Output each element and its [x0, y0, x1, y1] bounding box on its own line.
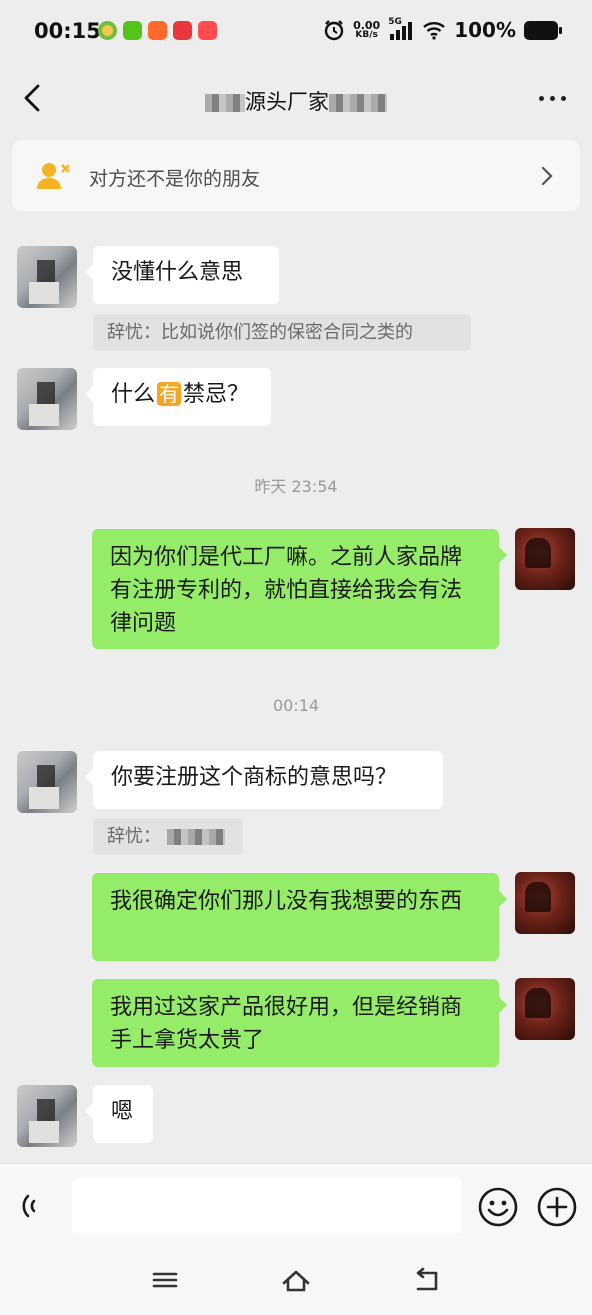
back-nav-icon[interactable] — [412, 1265, 442, 1295]
menu-icon[interactable] — [150, 1265, 180, 1295]
contact-avatar[interactable] — [17, 751, 77, 813]
chat-title-text: 源头厂家 — [245, 90, 329, 114]
chat-title: 源头厂家 — [0, 86, 592, 116]
message-text-part: 禁忌？ — [183, 382, 250, 407]
net-speed: 0.00 KB/s — [353, 20, 380, 40]
received-message: 你要注册这个商标的意思吗？ — [85, 751, 443, 809]
more-options-icon[interactable] — [539, 96, 566, 101]
quote-text: 辞忧：比如说你们签的保密合同之类的 — [107, 322, 413, 343]
sent-message: 我用过这家产品很好用，但是经销商手上拿货太贵了 — [92, 979, 507, 1067]
app-icon-red-heart — [173, 21, 192, 40]
timestamp: 00:14 — [272, 696, 320, 715]
redacted-pixels — [167, 829, 225, 845]
app-icon-green-check — [123, 21, 142, 40]
quoted-message[interactable]: 辞忧： — [93, 818, 243, 855]
contact-avatar[interactable] — [17, 1085, 77, 1147]
message-text: 因为你们是代工厂嘛。之前人家品牌有注册专利的，就怕直接给我会有法律问题 — [110, 545, 463, 636]
message-input[interactable] — [72, 1178, 462, 1234]
emoji-you-badge: 有 — [157, 382, 182, 406]
emoji-icon[interactable] — [478, 1187, 518, 1227]
message-text: 没懂什么意思 — [111, 260, 244, 285]
message-text: 我很确定你们那儿没有我想要的东西 — [110, 889, 463, 914]
contact-avatar[interactable] — [17, 368, 77, 430]
contact-avatar[interactable] — [17, 246, 77, 308]
received-message: 嗯 — [85, 1085, 153, 1143]
add-friend-icon — [37, 163, 70, 189]
signal-icon — [390, 22, 413, 40]
app-icon-green — [98, 21, 117, 40]
my-avatar[interactable] — [515, 978, 575, 1040]
quoted-message[interactable]: 辞忧：比如说你们签的保密合同之类的 — [93, 314, 471, 351]
my-avatar[interactable] — [515, 528, 575, 590]
battery-icon — [524, 20, 562, 40]
redacted-pixels — [205, 94, 245, 112]
plus-icon[interactable] — [537, 1187, 577, 1227]
voice-input-icon[interactable] — [14, 1188, 50, 1224]
message-text: 我用过这家产品很好用，但是经销商手上拿货太贵了 — [110, 995, 463, 1053]
status-time: 00:15 — [34, 19, 101, 43]
notification-icons — [98, 21, 217, 40]
not-friend-text: 对方还不是你的朋友 — [89, 168, 261, 190]
quote-text: 辞忧： — [107, 826, 161, 847]
sent-message: 因为你们是代工厂嘛。之前人家品牌有注册专利的，就怕直接给我会有法律问题 — [92, 529, 507, 649]
input-bar — [0, 1163, 592, 1245]
sent-message: 我很确定你们那儿没有我想要的东西 — [92, 873, 507, 961]
message-text-part: 什么 — [111, 382, 156, 407]
not-friend-banner[interactable]: 对方还不是你的朋友 — [12, 140, 580, 211]
chevron-right-icon — [541, 166, 553, 186]
net-speed-unit: KB/s — [355, 30, 378, 40]
battery-percent: 100% — [454, 18, 516, 42]
message-text: 嗯 — [111, 1099, 134, 1124]
my-avatar[interactable] — [515, 872, 575, 934]
signal-5g: 5G — [388, 17, 414, 41]
received-message: 没懂什么意思 — [85, 246, 279, 304]
system-nav-bar — [0, 1245, 592, 1315]
app-icon-red — [198, 21, 217, 40]
redacted-pixels — [329, 94, 387, 112]
chat-header: 源头厂家 — [0, 62, 592, 134]
app-icon-orange — [148, 21, 167, 40]
status-bar: 00:15 0.00 KB/s 5G 100% — [0, 0, 592, 62]
wifi-icon — [423, 22, 446, 40]
home-icon[interactable] — [280, 1265, 312, 1295]
alarm-icon — [324, 20, 344, 41]
message-text: 你要注册这个商标的意思吗？ — [111, 765, 398, 790]
timestamp: 昨天 23:54 — [254, 477, 338, 496]
received-message: 什么有禁忌？ — [85, 368, 271, 426]
